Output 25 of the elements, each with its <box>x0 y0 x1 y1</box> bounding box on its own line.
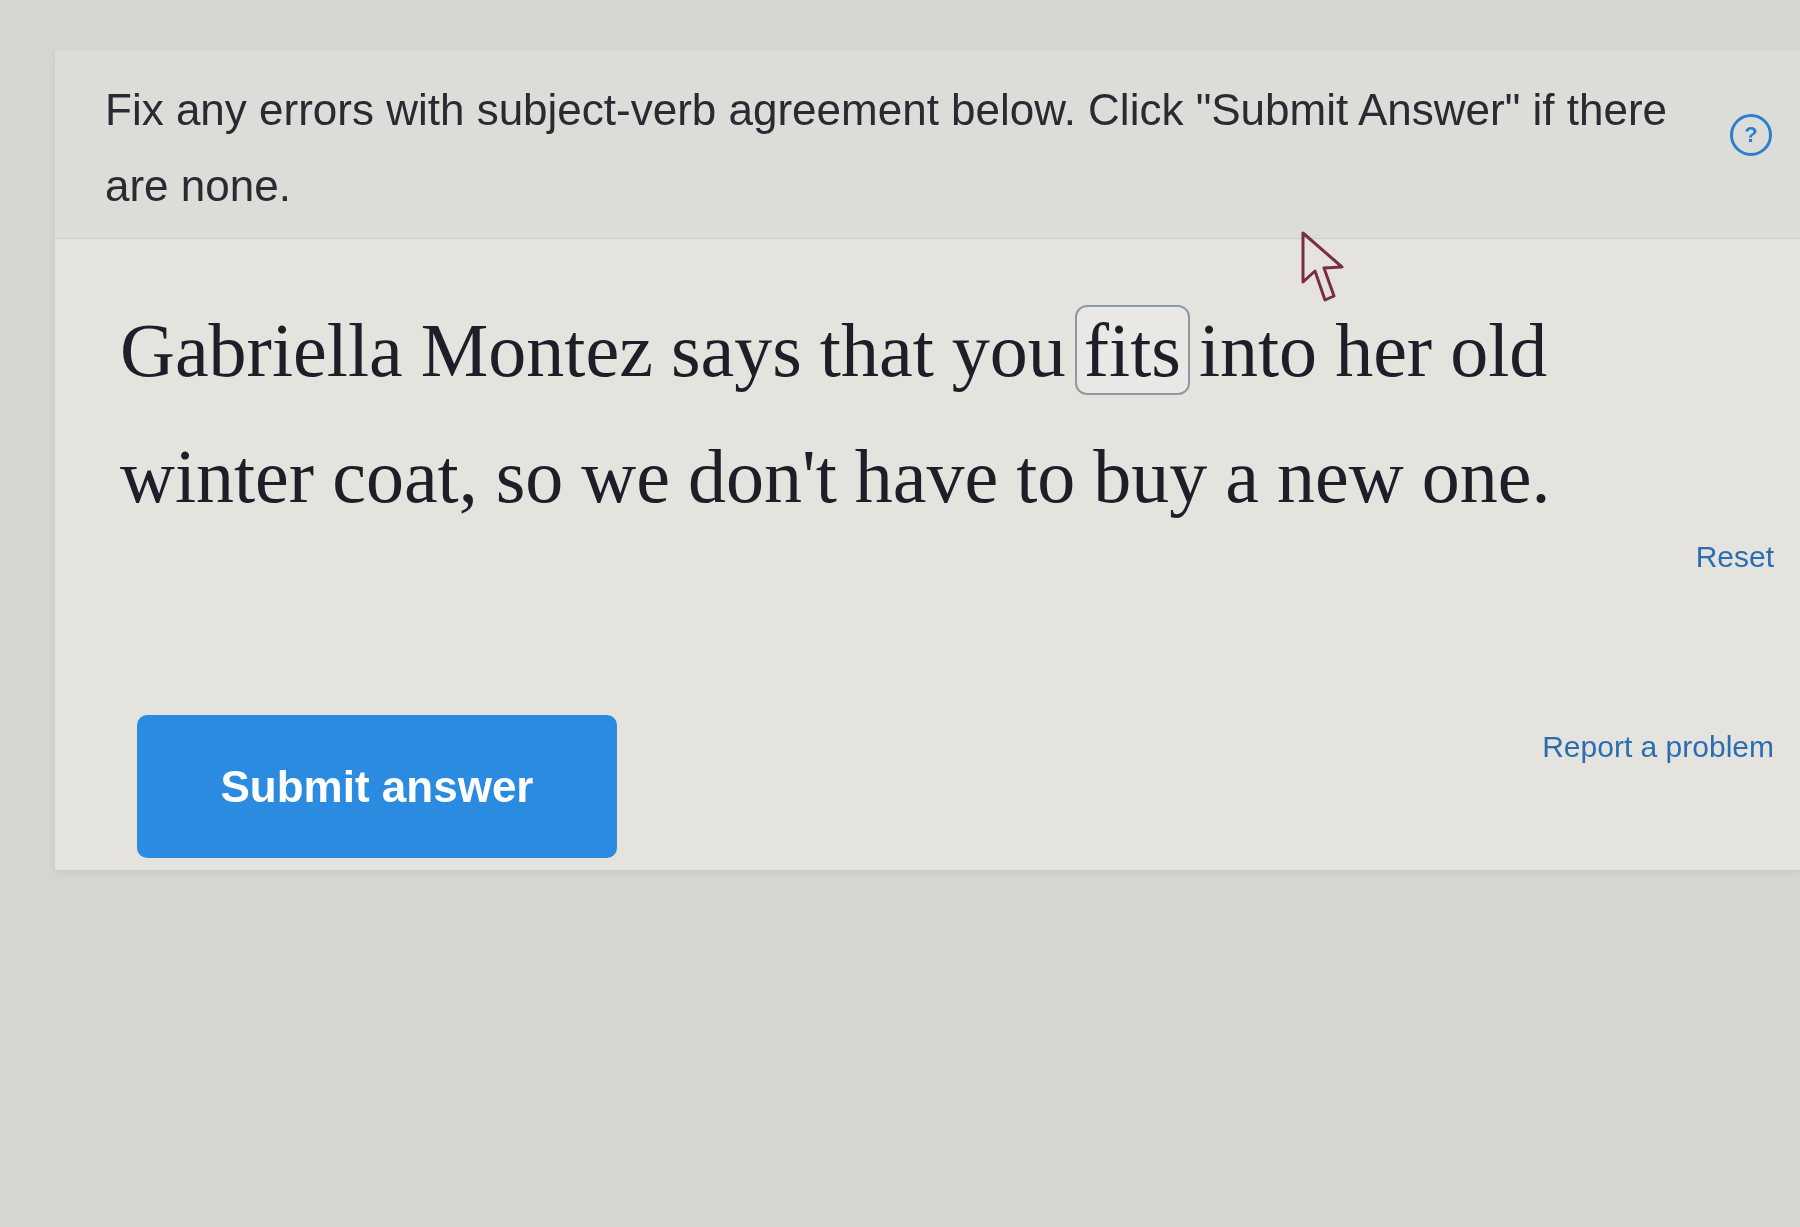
word-token[interactable]: Gabriella <box>111 305 412 395</box>
reset-link[interactable]: Reset <box>1695 539 1774 575</box>
word-token[interactable]: old <box>1441 305 1557 395</box>
word-token[interactable]: Montez <box>411 305 662 395</box>
word-token[interactable]: don't <box>678 431 846 521</box>
word-token[interactable]: winter <box>111 431 324 521</box>
instruction-text: Fix any errors with subject-verb agreement below. Click "Submit Answer" if there are none. <box>105 84 1669 212</box>
word-token[interactable]: one. <box>1412 431 1560 521</box>
word-token[interactable]: that <box>810 305 943 395</box>
word-token[interactable]: says <box>661 305 811 395</box>
word-token[interactable]: new <box>1268 431 1413 521</box>
word-token[interactable]: we <box>572 431 679 521</box>
cursor-icon <box>1300 230 1346 304</box>
word-token[interactable]: fits <box>1074 305 1190 395</box>
submit-answer-button[interactable]: Submit answer <box>137 715 617 858</box>
word-token[interactable]: you <box>942 305 1075 395</box>
word-token[interactable]: to <box>1007 431 1085 521</box>
word-token[interactable]: buy <box>1084 431 1217 521</box>
word-token[interactable]: have <box>845 431 1008 521</box>
word-token[interactable]: a <box>1216 431 1269 521</box>
word-token[interactable]: her <box>1326 305 1442 395</box>
word-token[interactable]: coat, <box>323 431 487 521</box>
word-token[interactable]: so <box>486 431 573 521</box>
word-token[interactable]: into <box>1189 305 1327 395</box>
report-problem-link[interactable]: Report a problem <box>1542 729 1774 765</box>
